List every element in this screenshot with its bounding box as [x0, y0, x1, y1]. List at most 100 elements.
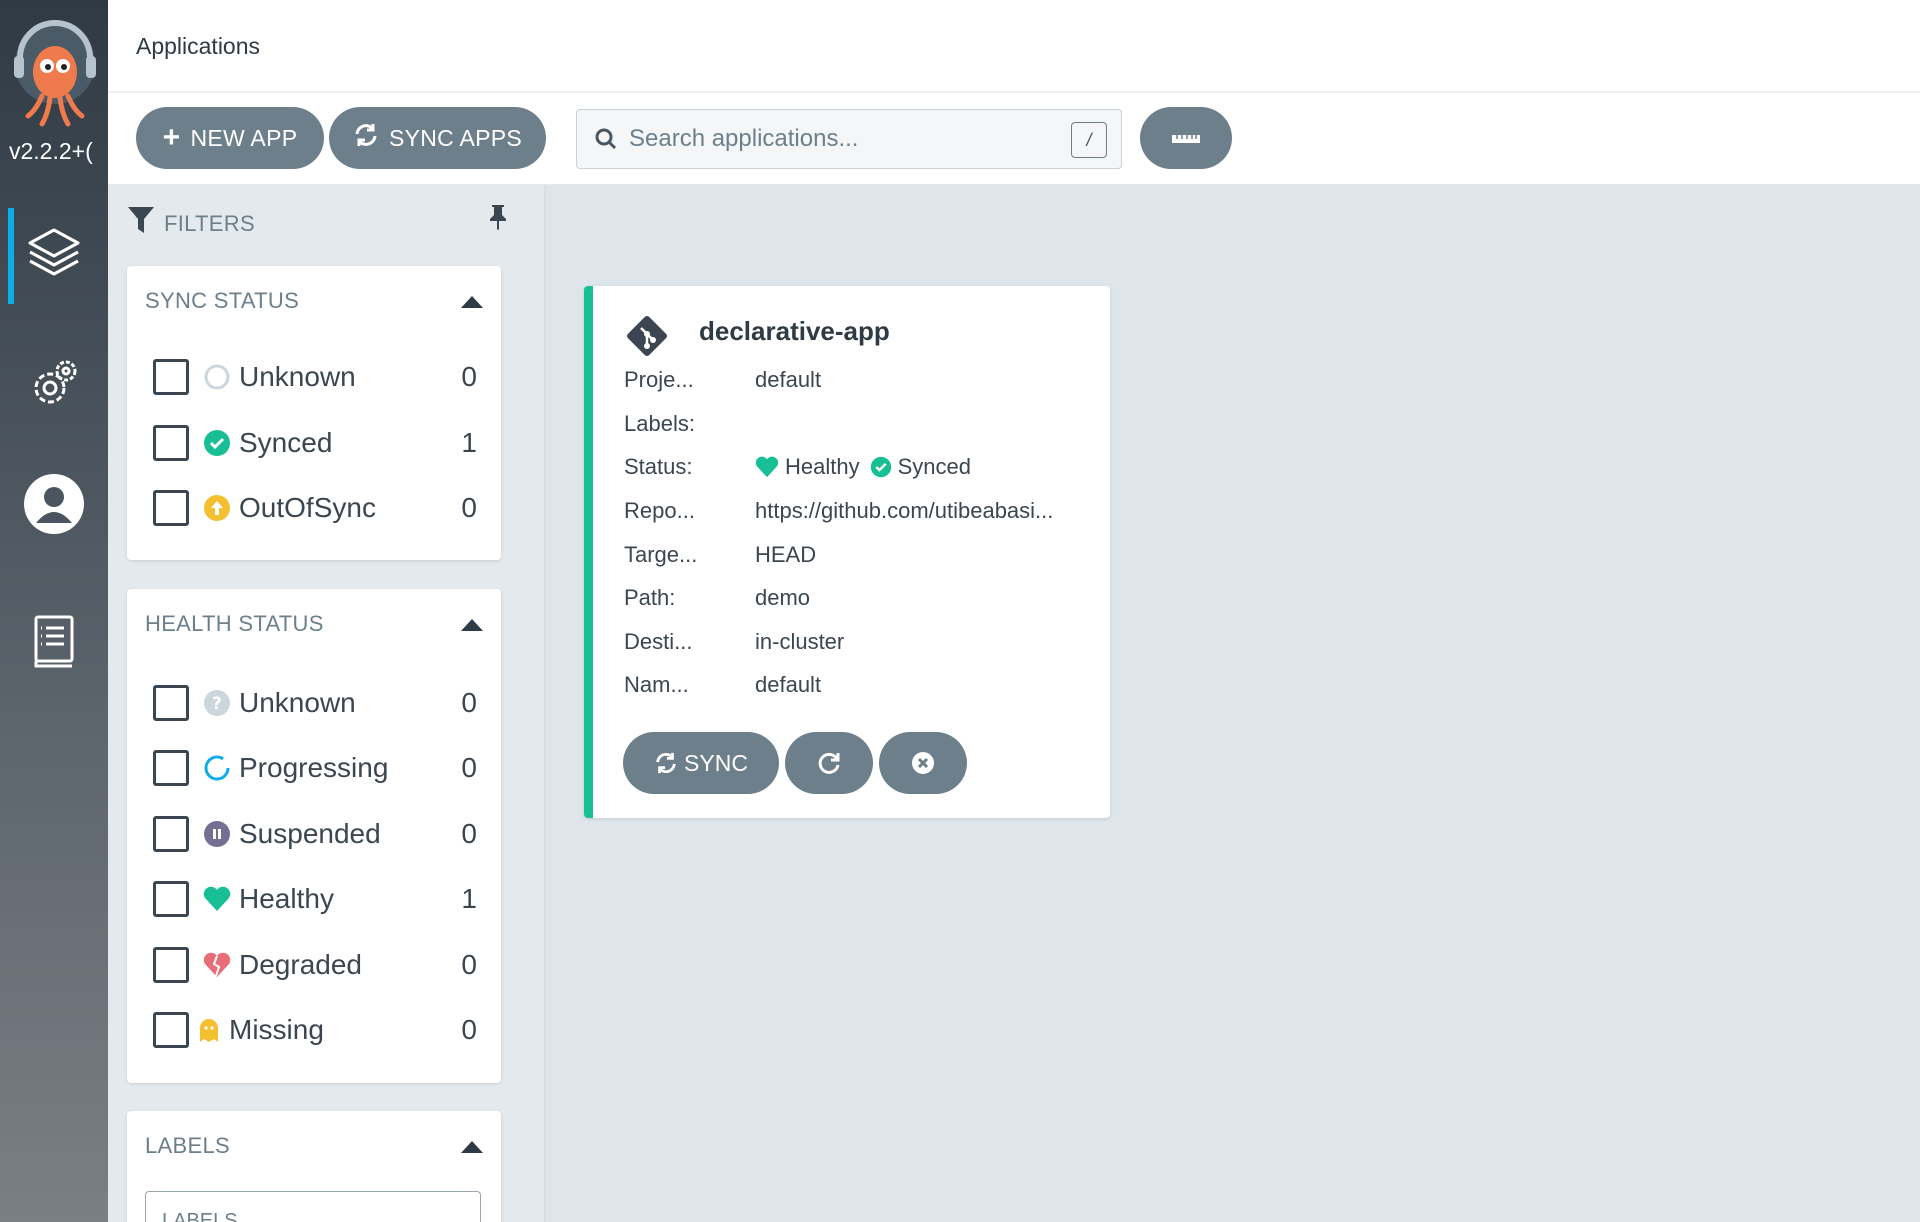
card-row-repo: Repo... https://github.com/utibeabasi...	[624, 498, 1104, 528]
card-row-key: Repo...	[624, 498, 695, 523]
card-row-value: Healthy Synced	[755, 454, 971, 480]
sync-status-text: Synced	[897, 454, 971, 479]
card-row-value: default	[755, 672, 822, 697]
checkbox[interactable]	[153, 685, 189, 721]
sync-icon	[353, 122, 379, 154]
user-icon	[23, 473, 85, 540]
filter-option-label: Degraded	[239, 949, 362, 980]
checkbox[interactable]	[153, 1012, 189, 1048]
card-row-path: Path: demo	[624, 585, 1104, 615]
checkbox[interactable]	[153, 750, 189, 786]
card-row-key: Targe...	[624, 542, 698, 567]
app-name[interactable]: declarative-app	[699, 316, 890, 347]
svg-text:?: ?	[212, 694, 222, 714]
card-row-key: Desti...	[624, 629, 693, 654]
page-title: Applications	[136, 33, 261, 59]
search-icon	[595, 128, 617, 150]
search-shortcut-key: /	[1071, 122, 1107, 158]
argo-logo[interactable]	[12, 18, 98, 130]
arrow-up-circle-icon	[203, 494, 231, 522]
filter-option-label: Progressing	[239, 752, 389, 783]
gears-icon	[26, 356, 82, 417]
filter-option-label: Unknown	[239, 687, 356, 718]
ghost-icon	[197, 1016, 221, 1044]
health-status-title: HEALTH STATUS	[145, 611, 324, 636]
checkbox[interactable]	[153, 816, 189, 852]
filter-option-count: 1	[461, 883, 477, 914]
search-input[interactable]	[629, 125, 1049, 153]
labels-title: LABELS	[145, 1133, 230, 1158]
sync-button[interactable]: SYNC	[623, 732, 779, 794]
collapse-caret-icon[interactable]	[461, 619, 483, 631]
sync-status-filter: SYNC STATUS Unknown 0 Synced 1 OutOfSync…	[127, 266, 501, 560]
check-circle-icon	[203, 429, 231, 457]
collapse-caret-icon[interactable]	[461, 296, 483, 308]
version-label: v2.2.2+(	[9, 138, 93, 164]
application-card[interactable]: declarative-app Proje... default Labels:…	[584, 286, 1110, 818]
pause-circle-icon	[203, 820, 231, 848]
checkbox[interactable]	[153, 490, 189, 526]
filter-option-label: Unknown	[239, 361, 356, 392]
health-status-text: Healthy	[785, 454, 860, 479]
delete-button[interactable]	[879, 732, 967, 794]
filter-option[interactable]: OutOfSync 0	[153, 486, 477, 530]
search-box[interactable]: /	[576, 109, 1122, 169]
progress-circle-icon	[203, 754, 231, 782]
filter-option-count: 0	[461, 361, 477, 392]
side-nav: v2.2.2+(	[0, 0, 108, 1222]
card-row-value: default	[755, 367, 822, 392]
card-row-destination: Desti... in-cluster	[624, 629, 1104, 659]
checkbox[interactable]	[153, 359, 189, 395]
filter-option[interactable]: Progressing 0	[153, 746, 477, 790]
git-icon	[623, 312, 671, 360]
filter-option[interactable]: Synced 1	[153, 421, 477, 465]
nav-item-docs[interactable]	[0, 596, 108, 692]
check-circle-icon	[870, 456, 892, 478]
card-row-value: https://github.com/utibeabasi...	[755, 498, 1054, 523]
filter-option-count: 0	[461, 949, 477, 980]
refresh-button[interactable]	[785, 732, 873, 794]
filter-option[interactable]: Suspended 0	[153, 812, 477, 856]
filter-option-count: 1	[461, 427, 477, 458]
heart-icon	[203, 885, 231, 913]
filter-option-label: Synced	[239, 427, 333, 458]
refresh-icon	[816, 750, 842, 776]
new-app-button[interactable]: + NEW APP	[136, 107, 324, 169]
filter-option-label: Healthy	[239, 883, 334, 914]
sync-apps-button[interactable]: SYNC APPS	[329, 107, 546, 169]
card-row-key: Labels:	[624, 411, 695, 436]
nav-item-settings[interactable]	[0, 338, 108, 434]
top-bar: Applications	[108, 0, 1920, 93]
checkbox[interactable]	[153, 425, 189, 461]
labels-input[interactable]: LABELS	[145, 1191, 481, 1222]
layers-icon	[24, 224, 84, 289]
card-row-project: Proje... default	[624, 367, 1104, 397]
filter-option[interactable]: Unknown 0	[153, 355, 477, 399]
filter-option[interactable]: Healthy 1	[153, 877, 477, 921]
card-row-key: Nam...	[624, 672, 689, 697]
nav-item-applications[interactable]	[0, 208, 108, 304]
toolbar: + NEW APP SYNC APPS /	[108, 93, 1920, 185]
filter-option-label: OutOfSync	[239, 492, 376, 523]
sync-status-title: SYNC STATUS	[145, 288, 300, 313]
pin-icon[interactable]	[486, 203, 510, 236]
filter-option-label: Suspended	[239, 818, 381, 849]
view-mode-button[interactable]	[1140, 107, 1232, 169]
nav-item-user-info[interactable]	[0, 458, 108, 554]
new-app-label: NEW APP	[190, 124, 298, 151]
filter-option[interactable]: ? Unknown 0	[153, 681, 477, 725]
health-status-filter: HEALTH STATUS ? Unknown 0 Progressing 0 …	[127, 589, 501, 1083]
filter-option[interactable]: Degraded 0	[153, 943, 477, 987]
filter-option-count: 0	[461, 492, 477, 523]
checkbox[interactable]	[153, 947, 189, 983]
question-circle-icon: ?	[203, 689, 231, 717]
filters-title: FILTERS	[164, 211, 255, 236]
card-row-labels: Labels:	[624, 411, 1104, 441]
filter-option[interactable]: Missing 0	[153, 1008, 477, 1052]
collapse-caret-icon[interactable]	[461, 1141, 483, 1153]
filter-icon	[126, 205, 156, 240]
plus-icon: +	[162, 121, 181, 154]
card-row-value: demo	[755, 585, 811, 610]
sync-apps-label: SYNC APPS	[388, 124, 523, 151]
checkbox[interactable]	[153, 881, 189, 917]
